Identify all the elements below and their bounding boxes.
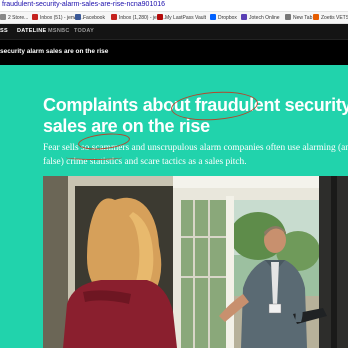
headline-text-post: security alarm — [284, 95, 348, 115]
bookmarks-bar: 2 Store... Inbox (51) - jenw0... Facebook I… — [0, 12, 348, 24]
bookmark-item[interactable]: New Tab — [285, 14, 312, 21]
sticky-article-title: security alarm sales are on the rise — [0, 48, 109, 55]
dek-line-2-pre: false) — [43, 157, 67, 167]
nav-item-partial[interactable]: SS — [0, 28, 8, 34]
annotation-underline-crime-statistics — [66, 155, 122, 160]
bookmark-favicon-icon — [313, 14, 319, 20]
bookmark-label: Zoetis VETSCAN F... — [321, 15, 348, 21]
site-nav: SS DATELINE MSNBC TODAY — [0, 24, 348, 39]
sticky-article-bar: security alarm sales are on the rise — [0, 39, 348, 65]
bookmark-favicon-icon — [285, 14, 291, 20]
bookmark-favicon-icon — [111, 14, 117, 20]
bookmark-item[interactable]: Facebook — [75, 14, 105, 21]
bookmark-label: Dropbox — [218, 15, 237, 21]
bookmark-favicon-icon — [241, 14, 247, 20]
headline-line-2: sales are on the rise — [43, 116, 210, 136]
dek-text-post: and unscrupulous alarm companies often u… — [131, 143, 348, 153]
bookmark-label: New Tab — [293, 15, 313, 21]
dek-line-2-post: and scare tactics as a sales pitch. — [122, 157, 247, 167]
bookmark-favicon-icon — [32, 14, 38, 20]
bookmark-item[interactable]: My LastPass Vault — [157, 14, 206, 21]
bookmark-label: My LastPass Vault — [165, 15, 207, 21]
bookmark-label: Facebook — [83, 15, 105, 21]
bookmark-favicon-icon — [0, 14, 6, 20]
bookmark-favicon-icon — [157, 14, 163, 20]
nav-item-dateline[interactable]: DATELINE — [17, 28, 47, 34]
bookmark-favicon-icon — [75, 14, 81, 20]
bookmark-item[interactable]: Dropbox — [210, 14, 237, 21]
bookmark-item[interactable]: Zoetis VETSCAN F... — [313, 14, 348, 21]
bookmark-favicon-icon — [210, 14, 216, 20]
bookmark-label: 2 Store... — [8, 15, 29, 21]
url-text[interactable]: fraudulent-security-alarm-sales-are-rise… — [2, 1, 165, 8]
nav-item-msnbc[interactable]: MSNBC — [48, 28, 70, 34]
bookmark-label: Jotech Online — [249, 15, 280, 21]
bookmark-item[interactable]: Jotech Online — [241, 14, 280, 21]
article-hero-image — [43, 176, 348, 348]
bookmark-item[interactable]: 2 Store... — [0, 14, 28, 21]
doorstep-scene-illustration — [43, 176, 348, 348]
nav-item-today[interactable]: TODAY — [74, 28, 94, 34]
address-bar[interactable]: fraudulent-security-alarm-sales-are-rise… — [0, 0, 348, 12]
